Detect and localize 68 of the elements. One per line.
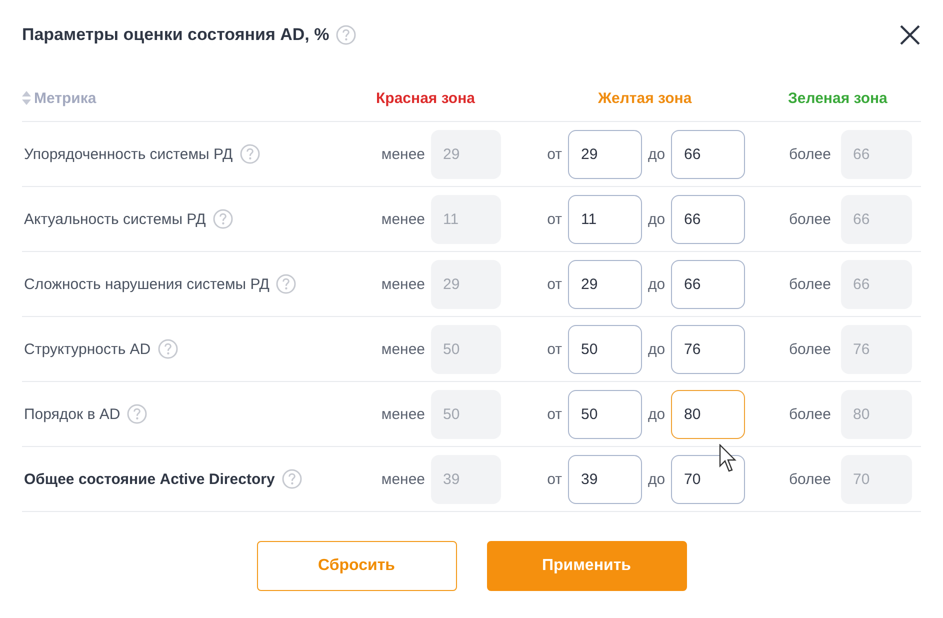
close-icon[interactable]: [899, 24, 921, 46]
zone-header: Желтая зона: [598, 90, 693, 106]
upper-threshold-field: 66: [841, 130, 912, 178]
less-label: менее: [381, 146, 426, 162]
upper-threshold-field: 76: [841, 324, 912, 374]
to-input[interactable]: 70: [671, 454, 745, 504]
upper-threshold-field: 66: [841, 194, 912, 244]
lower-threshold-field: 29: [431, 130, 501, 178]
to-label: до: [647, 470, 666, 488]
lower-threshold-field: 50: [431, 324, 501, 374]
less-label: менее: [381, 406, 426, 422]
to-label: до: [647, 406, 666, 422]
from-label: от: [547, 276, 563, 292]
more-label: более: [788, 406, 832, 422]
help-icon[interactable]: [212, 209, 233, 229]
more-label: более: [788, 210, 832, 228]
to-label: до: [647, 276, 666, 292]
upper-threshold-field: 66: [841, 260, 912, 308]
less-label: менее: [381, 340, 426, 358]
from-label: от: [547, 406, 563, 422]
upper-threshold-field: 70: [841, 454, 912, 504]
zone-header: Зеленая зона: [788, 90, 888, 106]
help-icon[interactable]: [282, 469, 302, 489]
metric-name: Структурность AD: [24, 340, 151, 358]
lower-threshold-field: 29: [431, 260, 501, 308]
from-input[interactable]: 29: [568, 260, 642, 308]
to-input[interactable]: 66: [671, 194, 745, 244]
more-label: более: [788, 276, 832, 292]
help-icon[interactable]: [336, 25, 356, 45]
from-input[interactable]: 39: [568, 454, 642, 504]
from-label: от: [547, 340, 563, 358]
metric-name: Упорядоченность системы РД: [24, 146, 233, 162]
help-icon[interactable]: [276, 274, 296, 294]
lower-threshold-field: 39: [431, 454, 501, 504]
from-label: от: [547, 146, 563, 162]
from-input[interactable]: 29: [568, 130, 642, 178]
less-label: менее: [381, 470, 426, 488]
to-input[interactable]: 76: [671, 324, 745, 374]
more-label: более: [788, 340, 832, 358]
cursor-icon: [719, 444, 739, 474]
more-label: более: [788, 146, 832, 162]
dialog-title: Параметры оценки состояния AD, %: [22, 25, 330, 45]
more-label: более: [788, 470, 832, 488]
to-label: до: [647, 146, 666, 162]
metric-name: Общее состояние Active Directory: [24, 470, 275, 488]
to-input[interactable]: 66: [671, 130, 745, 178]
to-label: до: [647, 340, 666, 358]
help-icon[interactable]: [240, 144, 260, 164]
lower-threshold-field: 50: [431, 390, 501, 438]
less-label: менее: [381, 210, 426, 228]
metric-name: Сложность нарушения системы РД: [24, 276, 270, 292]
from-label: от: [547, 470, 563, 488]
from-input[interactable]: 50: [568, 390, 642, 438]
from-input[interactable]: 11: [568, 194, 642, 244]
lower-threshold-field: 11: [431, 194, 501, 244]
to-input[interactable]: 66: [671, 260, 745, 308]
sort-icon[interactable]: [22, 91, 31, 105]
metric-name: Порядок в AD: [24, 406, 120, 422]
zone-header: Красная зона: [376, 90, 476, 106]
upper-threshold-field: 80: [841, 390, 912, 438]
from-label: от: [547, 210, 563, 228]
help-icon[interactable]: [158, 339, 178, 359]
less-label: менее: [381, 276, 426, 292]
metric-name: Актуальность системы РД: [24, 210, 206, 228]
help-icon[interactable]: [127, 404, 148, 424]
to-label: до: [647, 210, 666, 228]
from-input[interactable]: 50: [568, 324, 642, 374]
to-input[interactable]: 80: [671, 390, 745, 438]
